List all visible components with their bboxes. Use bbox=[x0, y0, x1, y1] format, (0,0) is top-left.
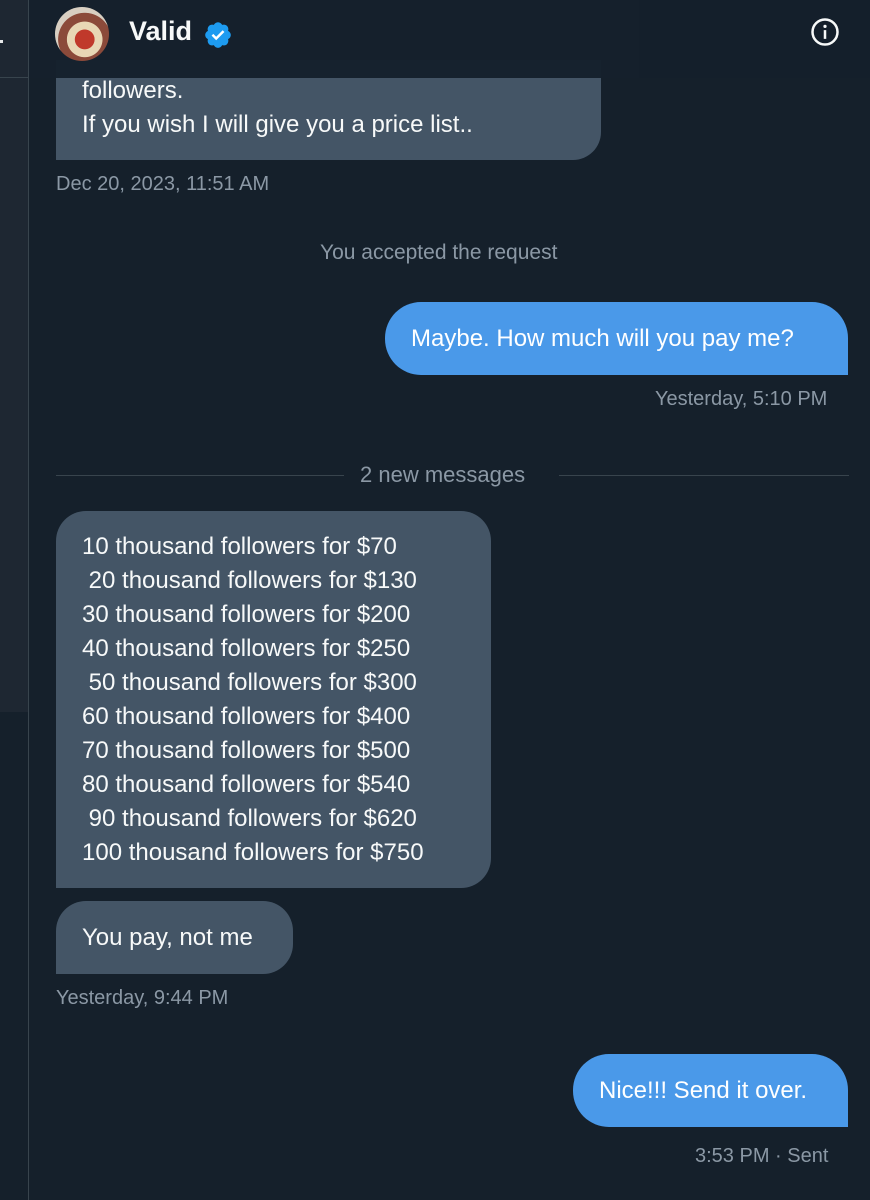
message-bubble-outgoing[interactable]: Nice!!! Send it over. bbox=[573, 1054, 848, 1127]
new-messages-divider-left bbox=[56, 475, 344, 476]
left-sidebar-glyph bbox=[0, 40, 3, 43]
price-list-line: 40 thousand followers for $250 bbox=[82, 635, 411, 662]
request-accepted-note: You accepted the request bbox=[320, 241, 558, 264]
left-sidebar-panel bbox=[0, 0, 28, 712]
new-messages-divider-right bbox=[559, 475, 849, 476]
price-list-line: 90 thousand followers for $620 bbox=[82, 805, 417, 832]
price-list-line: 100 thousand followers for $750 bbox=[82, 839, 424, 866]
message-line: followers. bbox=[82, 77, 184, 104]
price-list-line: 60 thousand followers for $400 bbox=[82, 703, 411, 730]
message-line: If you wish I will give you a price list… bbox=[82, 111, 473, 138]
left-sidebar-divider bbox=[0, 77, 28, 78]
price-list-line: 30 thousand followers for $200 bbox=[82, 601, 411, 628]
message-bubble-incoming[interactable]: You pay, not me bbox=[56, 901, 293, 974]
price-list-line: 10 thousand followers for $70 bbox=[82, 533, 397, 560]
conversation-header: Valid bbox=[29, 0, 870, 78]
message-timestamp-sent: 3:53 PM · Sent bbox=[695, 1145, 829, 1167]
message-timestamp: Yesterday, 9:44 PM bbox=[56, 987, 229, 1009]
new-messages-divider-label: 2 new messages bbox=[360, 462, 526, 487]
message-timestamp: Yesterday, 5:10 PM bbox=[655, 388, 828, 410]
message-bubble-price-list[interactable]: 10 thousand followers for $70 20 thousan… bbox=[56, 511, 491, 888]
message-timestamp: Dec 20, 2023, 11:51 AM bbox=[56, 173, 270, 195]
verified-badge-icon bbox=[205, 22, 231, 48]
info-icon[interactable] bbox=[810, 17, 840, 47]
price-list-line: 70 thousand followers for $500 bbox=[82, 737, 411, 764]
price-list-line: 80 thousand followers for $540 bbox=[82, 771, 411, 798]
price-list-line: 20 thousand followers for $130 bbox=[82, 567, 417, 594]
price-list-line: 50 thousand followers for $300 bbox=[82, 669, 417, 696]
avatar[interactable] bbox=[55, 7, 109, 61]
conversation-name[interactable]: Valid bbox=[129, 16, 192, 47]
message-bubble-outgoing[interactable]: Maybe. How much will you pay me? bbox=[385, 302, 848, 375]
